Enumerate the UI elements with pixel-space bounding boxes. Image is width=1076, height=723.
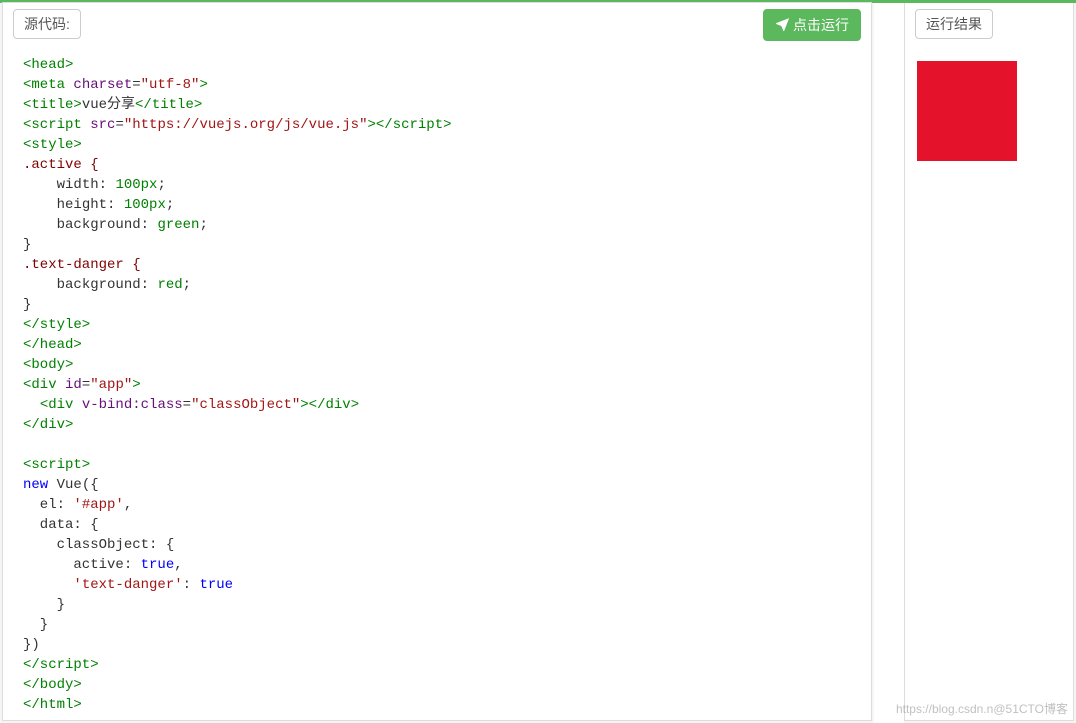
result-header: 运行结果: [905, 3, 1073, 43]
code-editor[interactable]: <head> <meta charset="utf-8"> <title>vue…: [3, 45, 871, 720]
result-label-button: 运行结果: [915, 9, 993, 39]
run-button[interactable]: 点击运行: [763, 9, 861, 41]
panel-gap: [874, 0, 904, 723]
source-panel: 源代码: 点击运行 <head> <meta charset="utf-8"> …: [2, 2, 872, 721]
result-panel: 运行结果: [904, 2, 1074, 721]
source-header: 源代码: 点击运行: [3, 3, 871, 45]
paper-plane-icon: [775, 18, 789, 32]
result-area: [905, 43, 1073, 720]
source-label-button: 源代码:: [13, 9, 81, 39]
run-button-label: 点击运行: [793, 15, 849, 35]
result-square: [917, 61, 1017, 161]
